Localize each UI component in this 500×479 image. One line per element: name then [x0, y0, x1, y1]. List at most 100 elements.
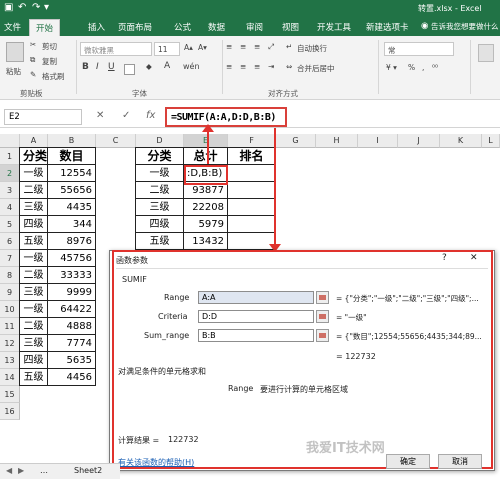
row-header-15[interactable]: 15	[0, 386, 20, 403]
row-header-1[interactable]: 1	[0, 148, 20, 165]
tab-review[interactable]: 审阅	[246, 21, 263, 33]
redo-icon[interactable]: ↷	[32, 2, 40, 13]
tab-insert[interactable]: 插入	[88, 21, 105, 33]
border-icon[interactable]	[124, 64, 135, 75]
underline-icon[interactable]: U	[108, 62, 115, 72]
column-header-a[interactable]: A	[20, 134, 48, 148]
save-icon[interactable]: ▣	[4, 2, 13, 13]
comma-icon[interactable]: ,	[422, 63, 424, 72]
tell-me-box[interactable]: 告诉我您想要做什么	[431, 21, 499, 32]
tab-file[interactable]: 文件	[4, 21, 21, 33]
wrap-text-button[interactable]: 自动换行	[297, 43, 327, 54]
formula-input[interactable]: =SUMIF(A:A,D:D,B:B)	[165, 107, 287, 127]
column-header-j[interactable]: J	[398, 134, 440, 148]
number-format-select[interactable]: 常	[384, 42, 454, 56]
percent-icon[interactable]: %	[408, 63, 415, 72]
tab-page-layout[interactable]: 页面布局	[118, 21, 152, 33]
more-sheets-icon[interactable]: …	[40, 466, 48, 475]
align-right-icon[interactable]: ≡	[254, 62, 260, 71]
arg-input-range[interactable]: A:A	[198, 291, 314, 304]
align-center-icon[interactable]: ≡	[240, 62, 246, 71]
decimal-icon[interactable]: ⁰⁰	[432, 63, 438, 72]
tab-home[interactable]: 开始	[29, 19, 61, 36]
scroll-left-icon[interactable]: ◀	[6, 466, 12, 475]
collapse-dialog-icon[interactable]	[316, 310, 329, 323]
row-header-8[interactable]: 8	[0, 267, 20, 284]
align-middle-icon[interactable]: ≡	[240, 42, 246, 51]
cancel-button[interactable]: 取消	[438, 454, 482, 469]
row-header-11[interactable]: 11	[0, 318, 20, 335]
row-header-14[interactable]: 14	[0, 369, 20, 386]
row-header-7[interactable]: 7	[0, 250, 20, 267]
row-header-2[interactable]: 2	[0, 165, 20, 182]
align-bottom-icon[interactable]: ≡	[254, 42, 260, 51]
column-header-c[interactable]: C	[96, 134, 136, 148]
ok-button[interactable]: 确定	[386, 454, 430, 469]
increase-font-icon[interactable]: A▴	[184, 43, 193, 52]
column-header-e[interactable]: E	[184, 134, 228, 148]
collapse-dialog-icon[interactable]	[316, 329, 329, 342]
phonetic-icon[interactable]: wén	[183, 62, 200, 71]
column-header-i[interactable]: I	[358, 134, 398, 148]
close-icon[interactable]: ✕	[470, 253, 478, 263]
row-header-10[interactable]: 10	[0, 301, 20, 318]
column-header-f[interactable]: F	[228, 134, 276, 148]
wrap-text-icon[interactable]: ↵	[286, 42, 292, 51]
indent-icon[interactable]: ⇥	[268, 62, 274, 71]
paste-icon[interactable]	[6, 42, 24, 62]
scroll-right-icon[interactable]: ▶	[18, 466, 24, 475]
row-header-5[interactable]: 5	[0, 216, 20, 233]
decrease-font-icon[interactable]: A▾	[198, 43, 207, 52]
arg-input-criteria[interactable]: D:D	[198, 310, 314, 323]
currency-icon[interactable]: ¥ ▾	[386, 63, 397, 72]
column-header-k[interactable]: K	[440, 134, 482, 148]
cut-icon[interactable]: ✂	[30, 40, 36, 49]
format-painter-button[interactable]: 格式刷	[42, 71, 65, 82]
row-header-3[interactable]: 3	[0, 182, 20, 199]
cancel-icon[interactable]: ✕	[96, 110, 104, 121]
align-top-icon[interactable]: ≡	[226, 42, 232, 51]
sheet-tab-sheet2[interactable]: Sheet2	[74, 466, 102, 475]
column-header-h[interactable]: H	[316, 134, 358, 148]
copy-button[interactable]: 复制	[42, 56, 57, 67]
column-header-g[interactable]: G	[276, 134, 316, 148]
font-family-select[interactable]: 微软雅黑	[80, 42, 152, 56]
merge-center-button[interactable]: 合并后居中	[297, 63, 335, 74]
row-header-4[interactable]: 4	[0, 199, 20, 216]
italic-icon[interactable]: I	[96, 62, 99, 72]
tab-data[interactable]: 数据	[208, 21, 225, 33]
align-left-icon[interactable]: ≡	[226, 62, 232, 71]
tab-view[interactable]: 视图	[282, 21, 299, 33]
help-link[interactable]: 有关该函数的帮助(H)	[118, 457, 194, 468]
copy-icon[interactable]: ⧉	[30, 55, 35, 65]
select-all-corner[interactable]	[0, 134, 20, 148]
column-header-l[interactable]: L	[482, 134, 500, 148]
enter-icon[interactable]: ✓	[122, 110, 130, 121]
row-header-9[interactable]: 9	[0, 284, 20, 301]
row-header-12[interactable]: 12	[0, 335, 20, 352]
collapse-dialog-icon[interactable]	[316, 291, 329, 304]
tab-new[interactable]: 新建选项卡	[366, 21, 409, 33]
arg-input-sum-range[interactable]: B:B	[198, 329, 314, 342]
bold-icon[interactable]: B	[82, 62, 89, 72]
quick-access-dropdown-icon[interactable]: ▾	[44, 2, 49, 13]
font-color-icon[interactable]: A	[164, 61, 170, 71]
row-header-13[interactable]: 13	[0, 352, 20, 369]
row-header-6[interactable]: 6	[0, 233, 20, 250]
column-header-d[interactable]: D	[136, 134, 184, 148]
tab-developer[interactable]: 开发工具	[317, 21, 351, 33]
conditional-format-icon[interactable]	[478, 44, 494, 62]
tab-formulas[interactable]: 公式	[174, 21, 191, 33]
help-icon[interactable]: ?	[442, 253, 447, 263]
merge-center-icon[interactable]: ⇔	[286, 62, 292, 71]
paste-button[interactable]: 粘贴	[6, 66, 21, 77]
insert-function-icon[interactable]: fx	[146, 110, 155, 121]
fill-color-icon[interactable]: ◆	[146, 62, 152, 71]
font-size-select[interactable]: 11	[154, 42, 180, 56]
name-box[interactable]: E2	[4, 109, 82, 125]
cut-button[interactable]: 剪切	[42, 41, 57, 52]
column-header-b[interactable]: B	[48, 134, 96, 148]
format-painter-icon[interactable]: ✎	[30, 70, 36, 79]
row-header-16[interactable]: 16	[0, 403, 20, 420]
undo-icon[interactable]: ↶	[18, 2, 26, 13]
